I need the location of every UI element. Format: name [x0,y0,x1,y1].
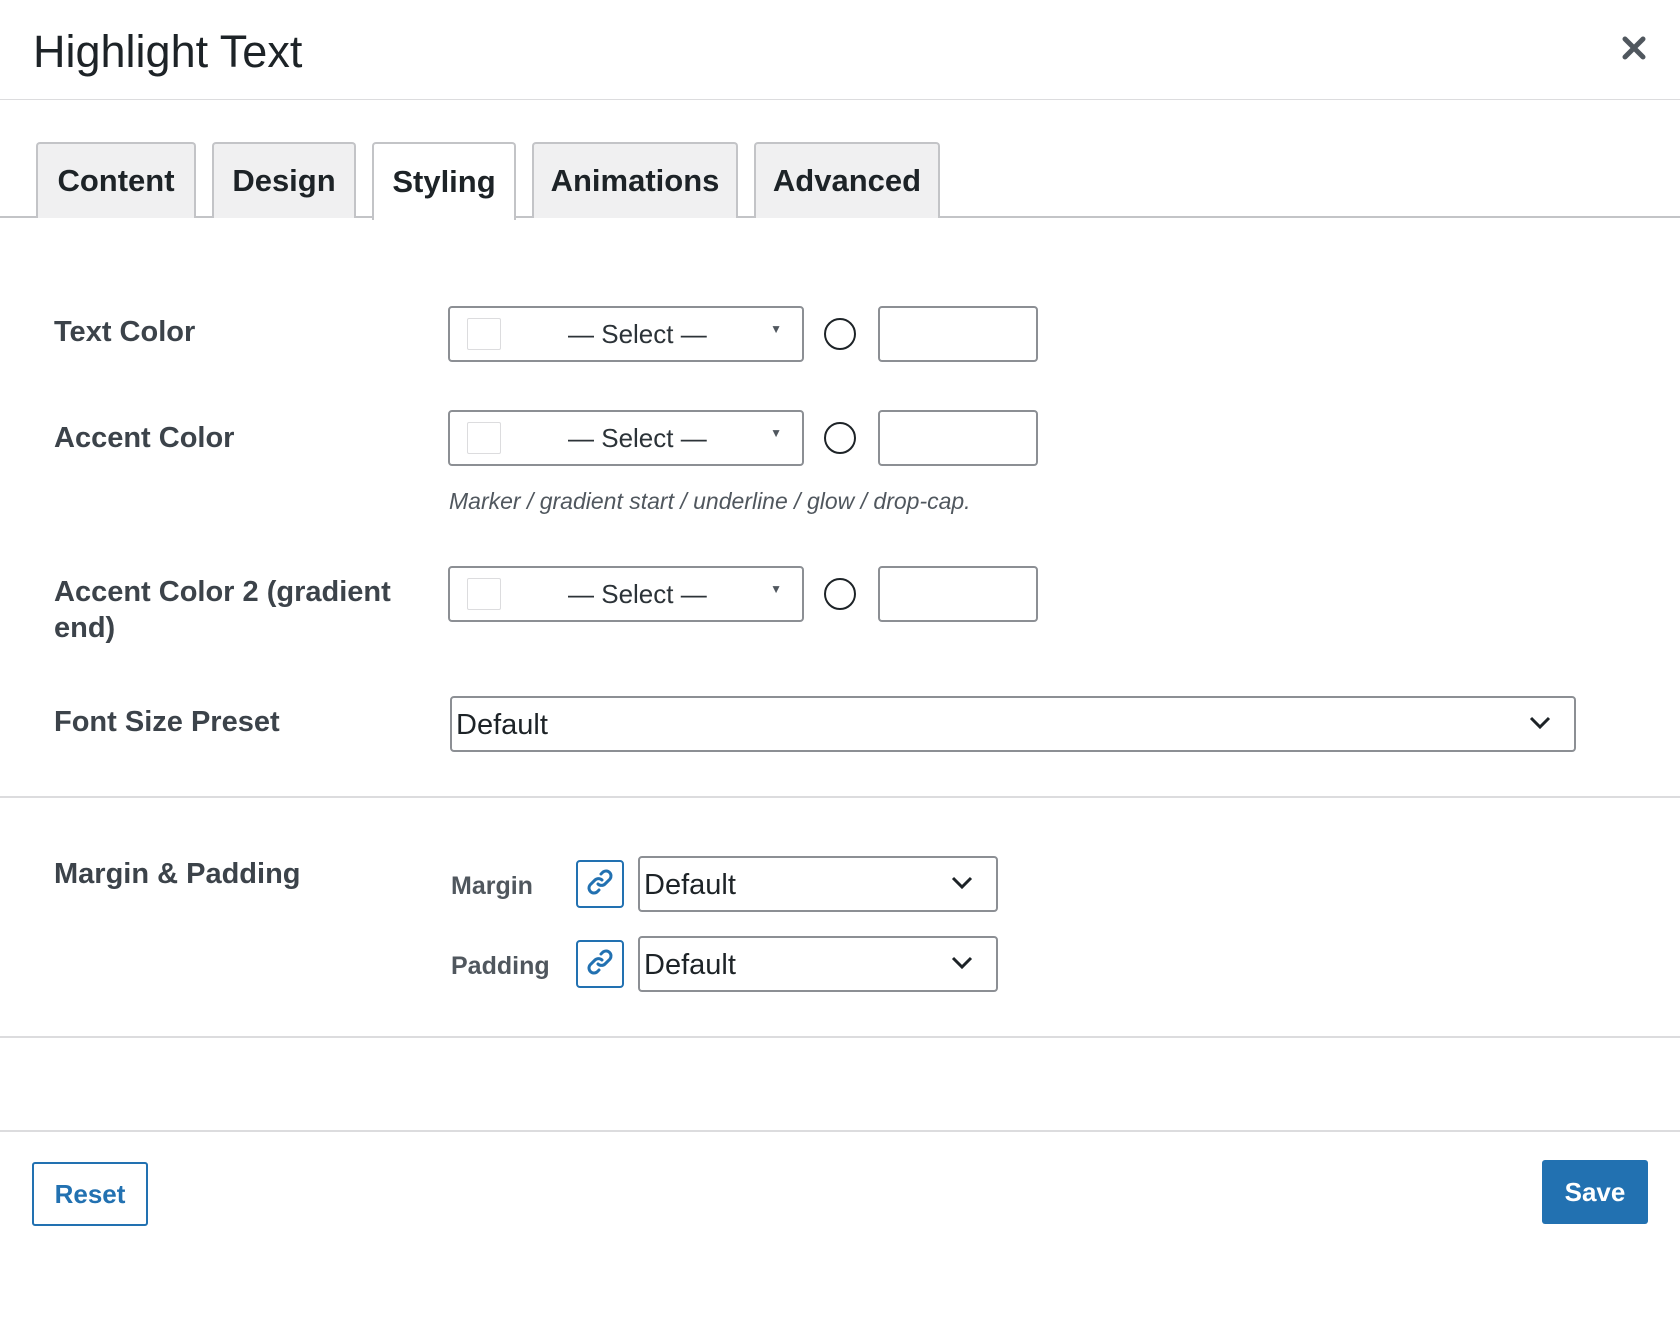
footer-divider [0,1130,1680,1132]
close-button[interactable] [1612,28,1656,72]
accent-color-hex-input[interactable] [878,410,1038,466]
text-color-select[interactable]: — Select — ▼ [448,306,804,362]
modal-header: Highlight Text [0,0,1680,100]
caret-down-icon: ▼ [770,322,782,336]
font-size-preset-label: Font Size Preset [54,706,280,738]
select-value: Default [644,869,736,901]
select-value: Default [456,709,548,741]
padding-select[interactable]: Default [638,936,998,992]
tab-bar: Content Design Styling Animations Advanc… [0,100,1680,220]
text-color-hex-input[interactable] [878,306,1038,362]
accent-color-2-label-line2: end) [54,612,116,644]
padding-label: Padding [451,952,550,980]
color-swatch [467,318,501,350]
accent-color-2-radio[interactable] [824,578,856,610]
save-button[interactable]: Save [1542,1160,1648,1224]
accent-color-help: Marker / gradient start / underline / gl… [449,488,971,514]
margin-padding-label: Margin & Padding [54,858,301,890]
padding-link-button[interactable] [576,940,624,988]
section-divider [0,1036,1680,1038]
select-text: — Select — [568,423,707,453]
close-icon [1621,35,1647,66]
accent-color-2-label-line1: Accent Color 2 (gradient [54,576,391,608]
modal-title: Highlight Text [33,26,303,77]
text-color-label: Text Color [54,316,196,348]
accent-color-2-hex-input[interactable] [878,566,1038,622]
tab-design[interactable]: Design [212,142,356,218]
accent-color-2-select[interactable]: — Select — ▼ [448,566,804,622]
text-color-radio[interactable] [824,318,856,350]
caret-down-icon: ▼ [770,582,782,596]
highlight-text-modal: Highlight Text Content Design Styling An… [0,0,1680,1320]
tab-advanced[interactable]: Advanced [754,142,940,218]
tab-animations[interactable]: Animations [532,142,738,218]
tab-content[interactable]: Content [36,142,196,218]
chevron-down-icon [950,955,974,976]
chevron-down-icon [950,875,974,896]
link-icon [585,947,615,982]
chevron-down-icon [1528,715,1552,736]
accent-color-select[interactable]: — Select — ▼ [448,410,804,466]
font-size-preset-select[interactable]: Default [450,696,1576,752]
caret-down-icon: ▼ [770,426,782,440]
select-value: Default [644,949,736,981]
color-swatch [467,422,501,454]
margin-label: Margin [451,872,533,900]
accent-color-label: Accent Color [54,422,235,454]
tab-styling[interactable]: Styling [372,142,516,220]
select-text: — Select — [568,579,707,609]
margin-select[interactable]: Default [638,856,998,912]
margin-link-button[interactable] [576,860,624,908]
accent-color-radio[interactable] [824,422,856,454]
select-text: — Select — [568,319,707,349]
link-icon [585,867,615,902]
reset-button[interactable]: Reset [32,1162,148,1226]
section-divider [0,796,1680,798]
color-swatch [467,578,501,610]
